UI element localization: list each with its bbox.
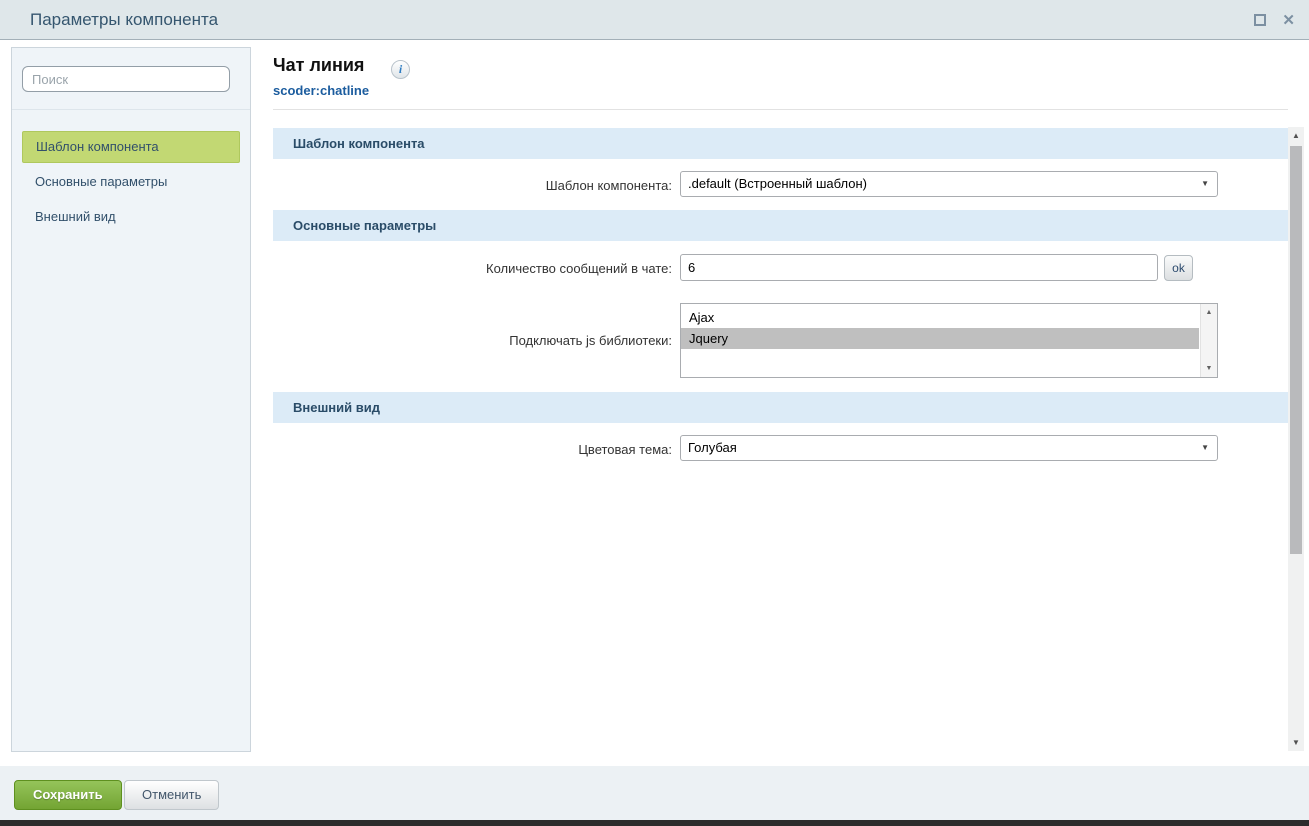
sidebar-item-appearance[interactable]: Внешний вид	[22, 201, 240, 233]
search-input[interactable]	[22, 66, 230, 92]
info-icon[interactable]: i	[391, 60, 410, 79]
template-select-label: Шаблон компонента:	[273, 178, 672, 193]
dialog-bottom-edge	[0, 820, 1309, 826]
multiselect-options: Ajax Jquery	[681, 307, 1199, 349]
sidebar: Шаблон компонента Основные параметры Вне…	[11, 47, 251, 752]
content-scrollbar[interactable]: ▲ ▼	[1288, 127, 1304, 751]
message-count-input[interactable]	[680, 254, 1158, 281]
chevron-down-icon: ▼	[1201, 436, 1209, 460]
multiselect-scrollbar[interactable]: ▲ ▼	[1200, 304, 1217, 377]
section-header-appearance: Внешний вид	[273, 392, 1288, 423]
dialog-titlebar: Параметры компонента ✕	[0, 0, 1309, 40]
save-button[interactable]: Сохранить	[14, 780, 122, 810]
section-header-component-template: Шаблон компонента	[273, 128, 1288, 159]
sidebar-item-component-template[interactable]: Шаблон компонента	[22, 131, 240, 163]
dialog-title: Параметры компонента	[30, 0, 218, 39]
close-icon[interactable]: ✕	[1282, 13, 1295, 28]
component-title: Чат линия	[273, 55, 364, 76]
sidebar-divider	[12, 109, 250, 110]
color-theme-label: Цветовая тема:	[273, 442, 672, 457]
message-count-label: Количество сообщений в чате:	[273, 261, 672, 276]
section-header-main-parameters: Основные параметры	[273, 210, 1288, 241]
sidebar-item-label: Шаблон компонента	[36, 139, 159, 154]
dialog-footer: Сохранить Отменить	[0, 766, 1309, 820]
template-select-value: .default (Встроенный шаблон)	[688, 172, 867, 196]
scrollbar-down-icon[interactable]: ▼	[1288, 734, 1304, 751]
option-jquery[interactable]: Jquery	[681, 328, 1199, 349]
chevron-down-icon: ▼	[1201, 172, 1209, 196]
cancel-button[interactable]: Отменить	[124, 780, 219, 810]
maximize-icon[interactable]	[1254, 14, 1266, 26]
sidebar-item-label: Основные параметры	[35, 174, 167, 189]
color-theme-select[interactable]: Голубая ▼	[680, 435, 1218, 461]
template-select[interactable]: .default (Встроенный шаблон) ▼	[680, 171, 1218, 197]
color-theme-select-value: Голубая	[688, 436, 737, 460]
sidebar-item-label: Внешний вид	[35, 209, 116, 224]
option-ajax[interactable]: Ajax	[681, 307, 1199, 328]
scrollbar-up-icon[interactable]: ▲	[1288, 127, 1304, 144]
scrollbar-down-icon[interactable]: ▼	[1201, 361, 1217, 376]
window-controls: ✕	[1254, 0, 1295, 40]
sidebar-item-main-parameters[interactable]: Основные параметры	[22, 166, 240, 198]
scrollbar-up-icon[interactable]: ▲	[1201, 305, 1217, 320]
ok-button[interactable]: ok	[1164, 255, 1193, 281]
js-libraries-label: Подключать js библиотеки:	[273, 333, 672, 348]
header-divider	[273, 109, 1288, 110]
sidebar-menu: Шаблон компонента Основные параметры Вне…	[22, 131, 240, 236]
component-code: scoder:chatline	[273, 83, 369, 98]
js-libraries-multiselect[interactable]: Ajax Jquery ▲ ▼	[680, 303, 1218, 378]
scrollbar-thumb[interactable]	[1290, 146, 1302, 554]
